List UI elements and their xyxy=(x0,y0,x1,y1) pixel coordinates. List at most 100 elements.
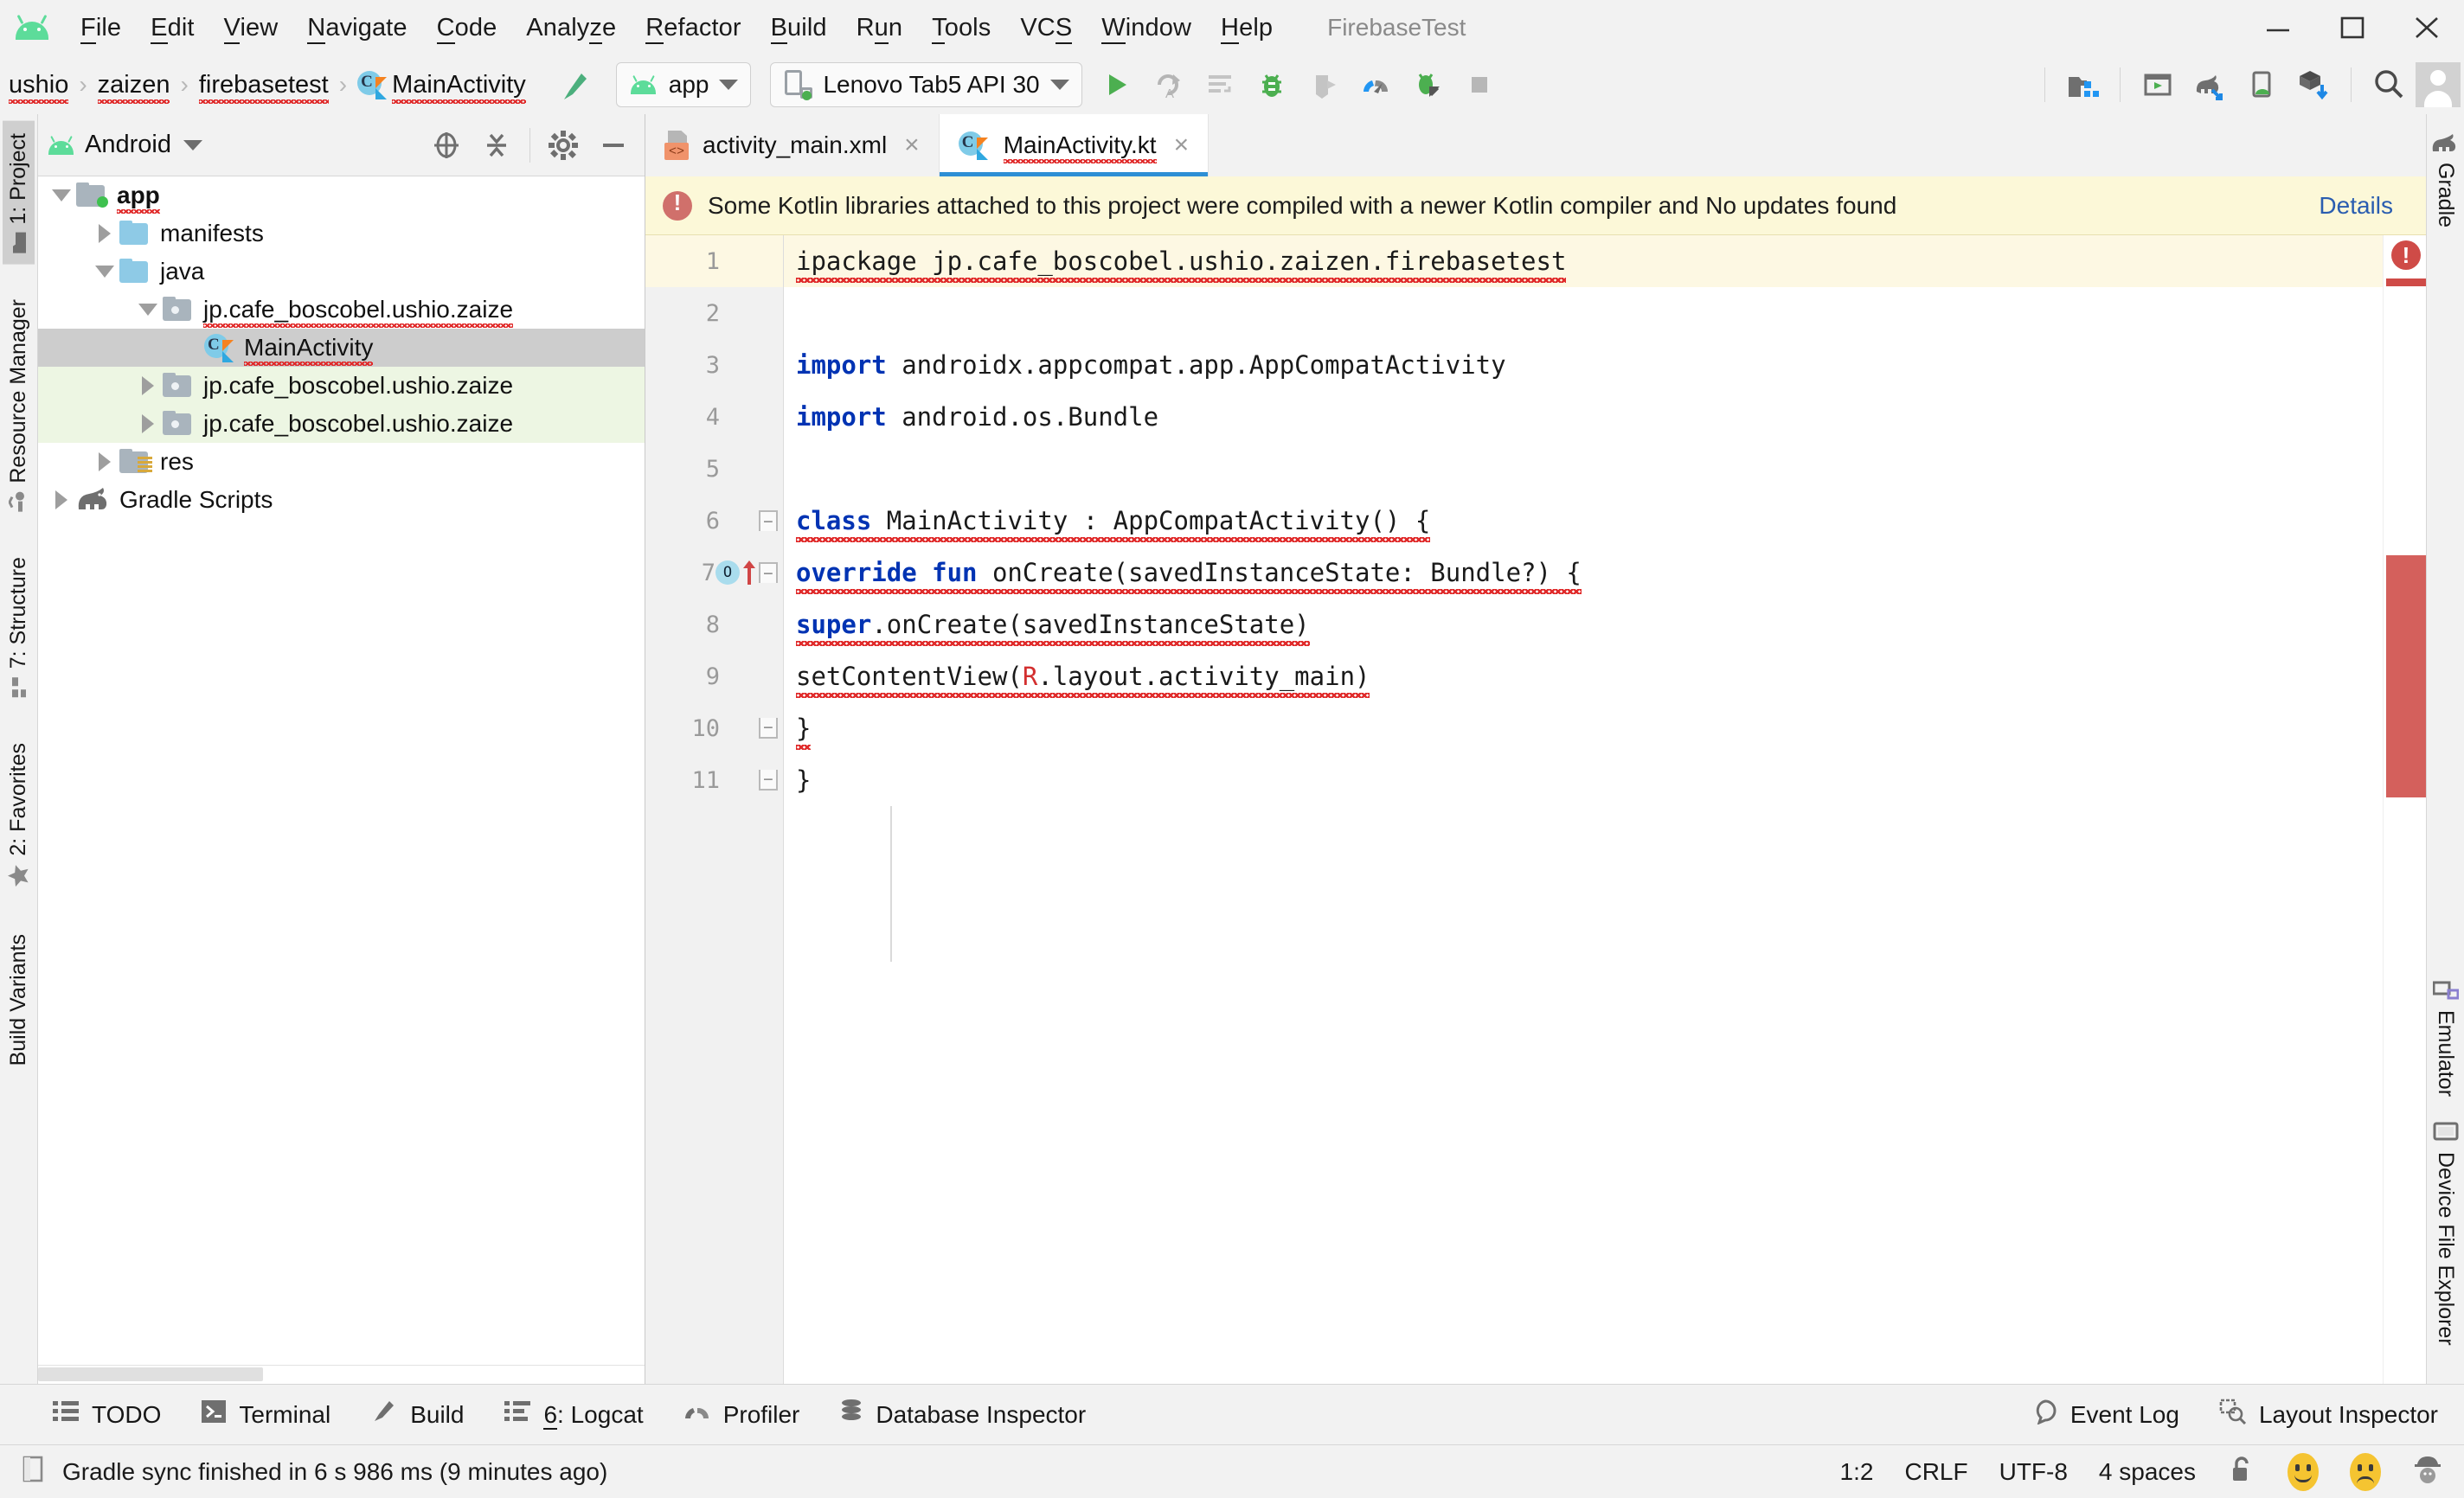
tool-window-database-inspector[interactable]: Database Inspector xyxy=(839,1399,1086,1431)
happy-face-icon[interactable] xyxy=(2288,1452,2319,1491)
code-line-5[interactable] xyxy=(784,443,2383,495)
project-tree[interactable]: app manifests java jp.cafe_boscobel.ushi… xyxy=(38,176,645,1365)
error-stripe-gutter[interactable] xyxy=(2383,235,2426,1384)
expand-arrow-right-icon[interactable] xyxy=(48,490,74,509)
code-line-10[interactable]: } xyxy=(784,702,2383,754)
fold-marker-icon[interactable]: − xyxy=(759,718,778,739)
fold-marker-icon[interactable]: − xyxy=(759,770,778,791)
expand-arrow-right-icon[interactable] xyxy=(92,224,118,243)
apply-code-changes-icon[interactable] xyxy=(1195,60,1245,110)
code-line-11[interactable]: } xyxy=(784,754,2383,806)
apply-changes-icon[interactable]: A xyxy=(1143,60,1193,110)
tree-item-java[interactable]: java xyxy=(38,253,645,291)
profiler-icon[interactable] xyxy=(1351,60,1401,110)
install-module-icon[interactable] xyxy=(2288,60,2339,110)
tree-item-gradle-scripts[interactable]: Gradle Scripts xyxy=(38,481,645,519)
avd-manager-icon[interactable] xyxy=(2133,60,2183,110)
close-icon[interactable]: × xyxy=(1174,131,1190,160)
maximize-button[interactable] xyxy=(2315,0,2390,55)
select-opened-file-icon[interactable] xyxy=(424,123,469,168)
tree-item-app[interactable]: app xyxy=(38,176,645,214)
fold-marker-icon[interactable]: − xyxy=(759,562,778,583)
menu-navigate[interactable]: Navigate xyxy=(292,10,421,46)
status-message[interactable]: Gradle sync finished in 6 s 986 ms (9 mi… xyxy=(62,1458,607,1486)
code-line-2[interactable] xyxy=(784,287,2383,339)
code-text-area[interactable]: ipackage jp.cafe_boscobel.ushio.zaizen.f… xyxy=(784,235,2383,1384)
expand-arrow-right-icon[interactable] xyxy=(92,452,118,471)
unlocked-icon[interactable] xyxy=(2227,1453,2256,1490)
code-line-7[interactable]: override fun onCreate(savedInstanceState… xyxy=(784,547,2383,599)
module-selector[interactable]: app xyxy=(615,62,752,107)
breadcrumb-item-firebasetest[interactable]: firebasetest xyxy=(194,69,334,104)
menu-build[interactable]: Build xyxy=(756,10,842,46)
menu-refactor[interactable]: Refactor xyxy=(631,10,755,46)
expand-arrow-down-icon[interactable] xyxy=(48,189,74,202)
fold-marker-icon[interactable]: − xyxy=(759,510,778,531)
sidebar-item-project[interactable]: 1: Project xyxy=(3,121,35,265)
tree-item-mainactivity[interactable]: C MainActivity xyxy=(38,329,645,367)
breadcrumb-item-ushio[interactable]: ushio xyxy=(3,69,74,104)
menu-vcs[interactable]: VCS xyxy=(1005,10,1087,46)
scrollbar-thumb[interactable] xyxy=(38,1367,263,1381)
tree-item-package-test[interactable]: jp.cafe_boscobel.ushio.zaize xyxy=(38,405,645,443)
line-separator[interactable]: CRLF xyxy=(1904,1458,1967,1486)
sidebar-item-favorites[interactable]: 2: Favorites xyxy=(3,731,35,899)
tool-window-event-log[interactable]: Event Log xyxy=(2032,1399,2179,1431)
banner-details-link[interactable]: Details xyxy=(2319,192,2393,220)
detective-icon[interactable] xyxy=(2412,1452,2443,1491)
menu-tools[interactable]: Tools xyxy=(917,10,1005,46)
project-tree-horizontal-scrollbar[interactable] xyxy=(38,1365,645,1384)
tool-window-layout-inspector[interactable]: Layout Inspector xyxy=(2219,1399,2438,1431)
tree-item-res[interactable]: res xyxy=(38,443,645,481)
tool-window-todo[interactable]: TODO xyxy=(52,1399,161,1431)
sidebar-item-emulator[interactable]: Emulator xyxy=(2429,969,2462,1109)
tree-item-package-main[interactable]: jp.cafe_boscobel.ushio.zaize xyxy=(38,291,645,329)
error-stripe-status-icon[interactable] xyxy=(2391,240,2421,270)
tool-window-logcat[interactable]: 6: Logcat xyxy=(504,1399,644,1430)
expand-arrow-right-icon[interactable] xyxy=(135,414,161,433)
sidebar-item-resource-manager[interactable]: Resource Manager xyxy=(3,287,35,523)
expand-arrow-right-icon[interactable] xyxy=(135,376,161,395)
code-editor[interactable]: 1 2 3 4 5 6− 7 − 8 9 xyxy=(645,235,2426,1384)
menu-run[interactable]: Run xyxy=(842,10,918,46)
breadcrumb-item-mainactivity[interactable]: C MainActivity xyxy=(352,68,531,104)
code-line-4[interactable]: import android.os.Bundle xyxy=(784,391,2383,443)
editor-gutter[interactable]: 1 2 3 4 5 6− 7 − 8 9 xyxy=(645,235,784,1384)
stop-icon[interactable] xyxy=(1454,60,1505,110)
sad-face-icon[interactable] xyxy=(2350,1452,2381,1491)
device-manager-icon[interactable] xyxy=(2236,60,2287,110)
tool-window-profiler[interactable]: Profiler xyxy=(683,1399,799,1430)
sidebar-item-structure[interactable]: 7: Structure xyxy=(3,545,35,708)
tree-item-package-androidtest[interactable]: jp.cafe_boscobel.ushio.zaize xyxy=(38,367,645,405)
expand-arrow-down-icon[interactable] xyxy=(92,266,118,278)
error-stripe-marker[interactable] xyxy=(2386,278,2426,286)
minimize-button[interactable] xyxy=(2241,0,2315,55)
search-icon[interactable] xyxy=(2364,60,2414,110)
menu-code[interactable]: Code xyxy=(422,10,512,46)
code-line-8[interactable]: super.onCreate(savedInstanceState) xyxy=(784,599,2383,650)
gradle-sync-icon[interactable] xyxy=(2185,60,2235,110)
run-icon[interactable] xyxy=(1091,60,1141,110)
code-line-6[interactable]: class MainActivity : AppCompatActivity()… xyxy=(784,495,2383,547)
caret-position[interactable]: 1:2 xyxy=(1840,1458,1874,1486)
avatar[interactable] xyxy=(2416,62,2461,107)
breadcrumb-item-zaizen[interactable]: zaizen xyxy=(93,69,176,104)
status-doc-icon[interactable] xyxy=(21,1455,47,1488)
code-line-1[interactable]: ipackage jp.cafe_boscobel.ushio.zaizen.f… xyxy=(784,235,2383,287)
expand-arrow-down-icon[interactable] xyxy=(135,304,161,316)
collapse-all-icon[interactable] xyxy=(474,123,519,168)
debug-attach-icon[interactable] xyxy=(1402,60,1453,110)
settings-gear-icon[interactable] xyxy=(541,123,586,168)
menu-window[interactable]: Window xyxy=(1087,10,1206,46)
device-selector[interactable]: Lenovo Tab5 API 30 xyxy=(770,62,1082,107)
error-stripe-marker[interactable] xyxy=(2386,555,2426,797)
indent-setting[interactable]: 4 spaces xyxy=(2099,1458,2196,1486)
debug-icon[interactable] xyxy=(1247,60,1297,110)
override-marker-icon[interactable] xyxy=(715,560,740,585)
file-encoding[interactable]: UTF-8 xyxy=(1999,1458,2068,1486)
sidebar-item-device-file-explorer[interactable]: Device File Explorer xyxy=(2429,1109,2462,1358)
close-button[interactable] xyxy=(2390,0,2464,55)
menu-file[interactable]: File xyxy=(66,10,136,46)
tool-window-terminal[interactable]: Terminal xyxy=(201,1399,330,1431)
tree-item-manifests[interactable]: manifests xyxy=(38,214,645,253)
